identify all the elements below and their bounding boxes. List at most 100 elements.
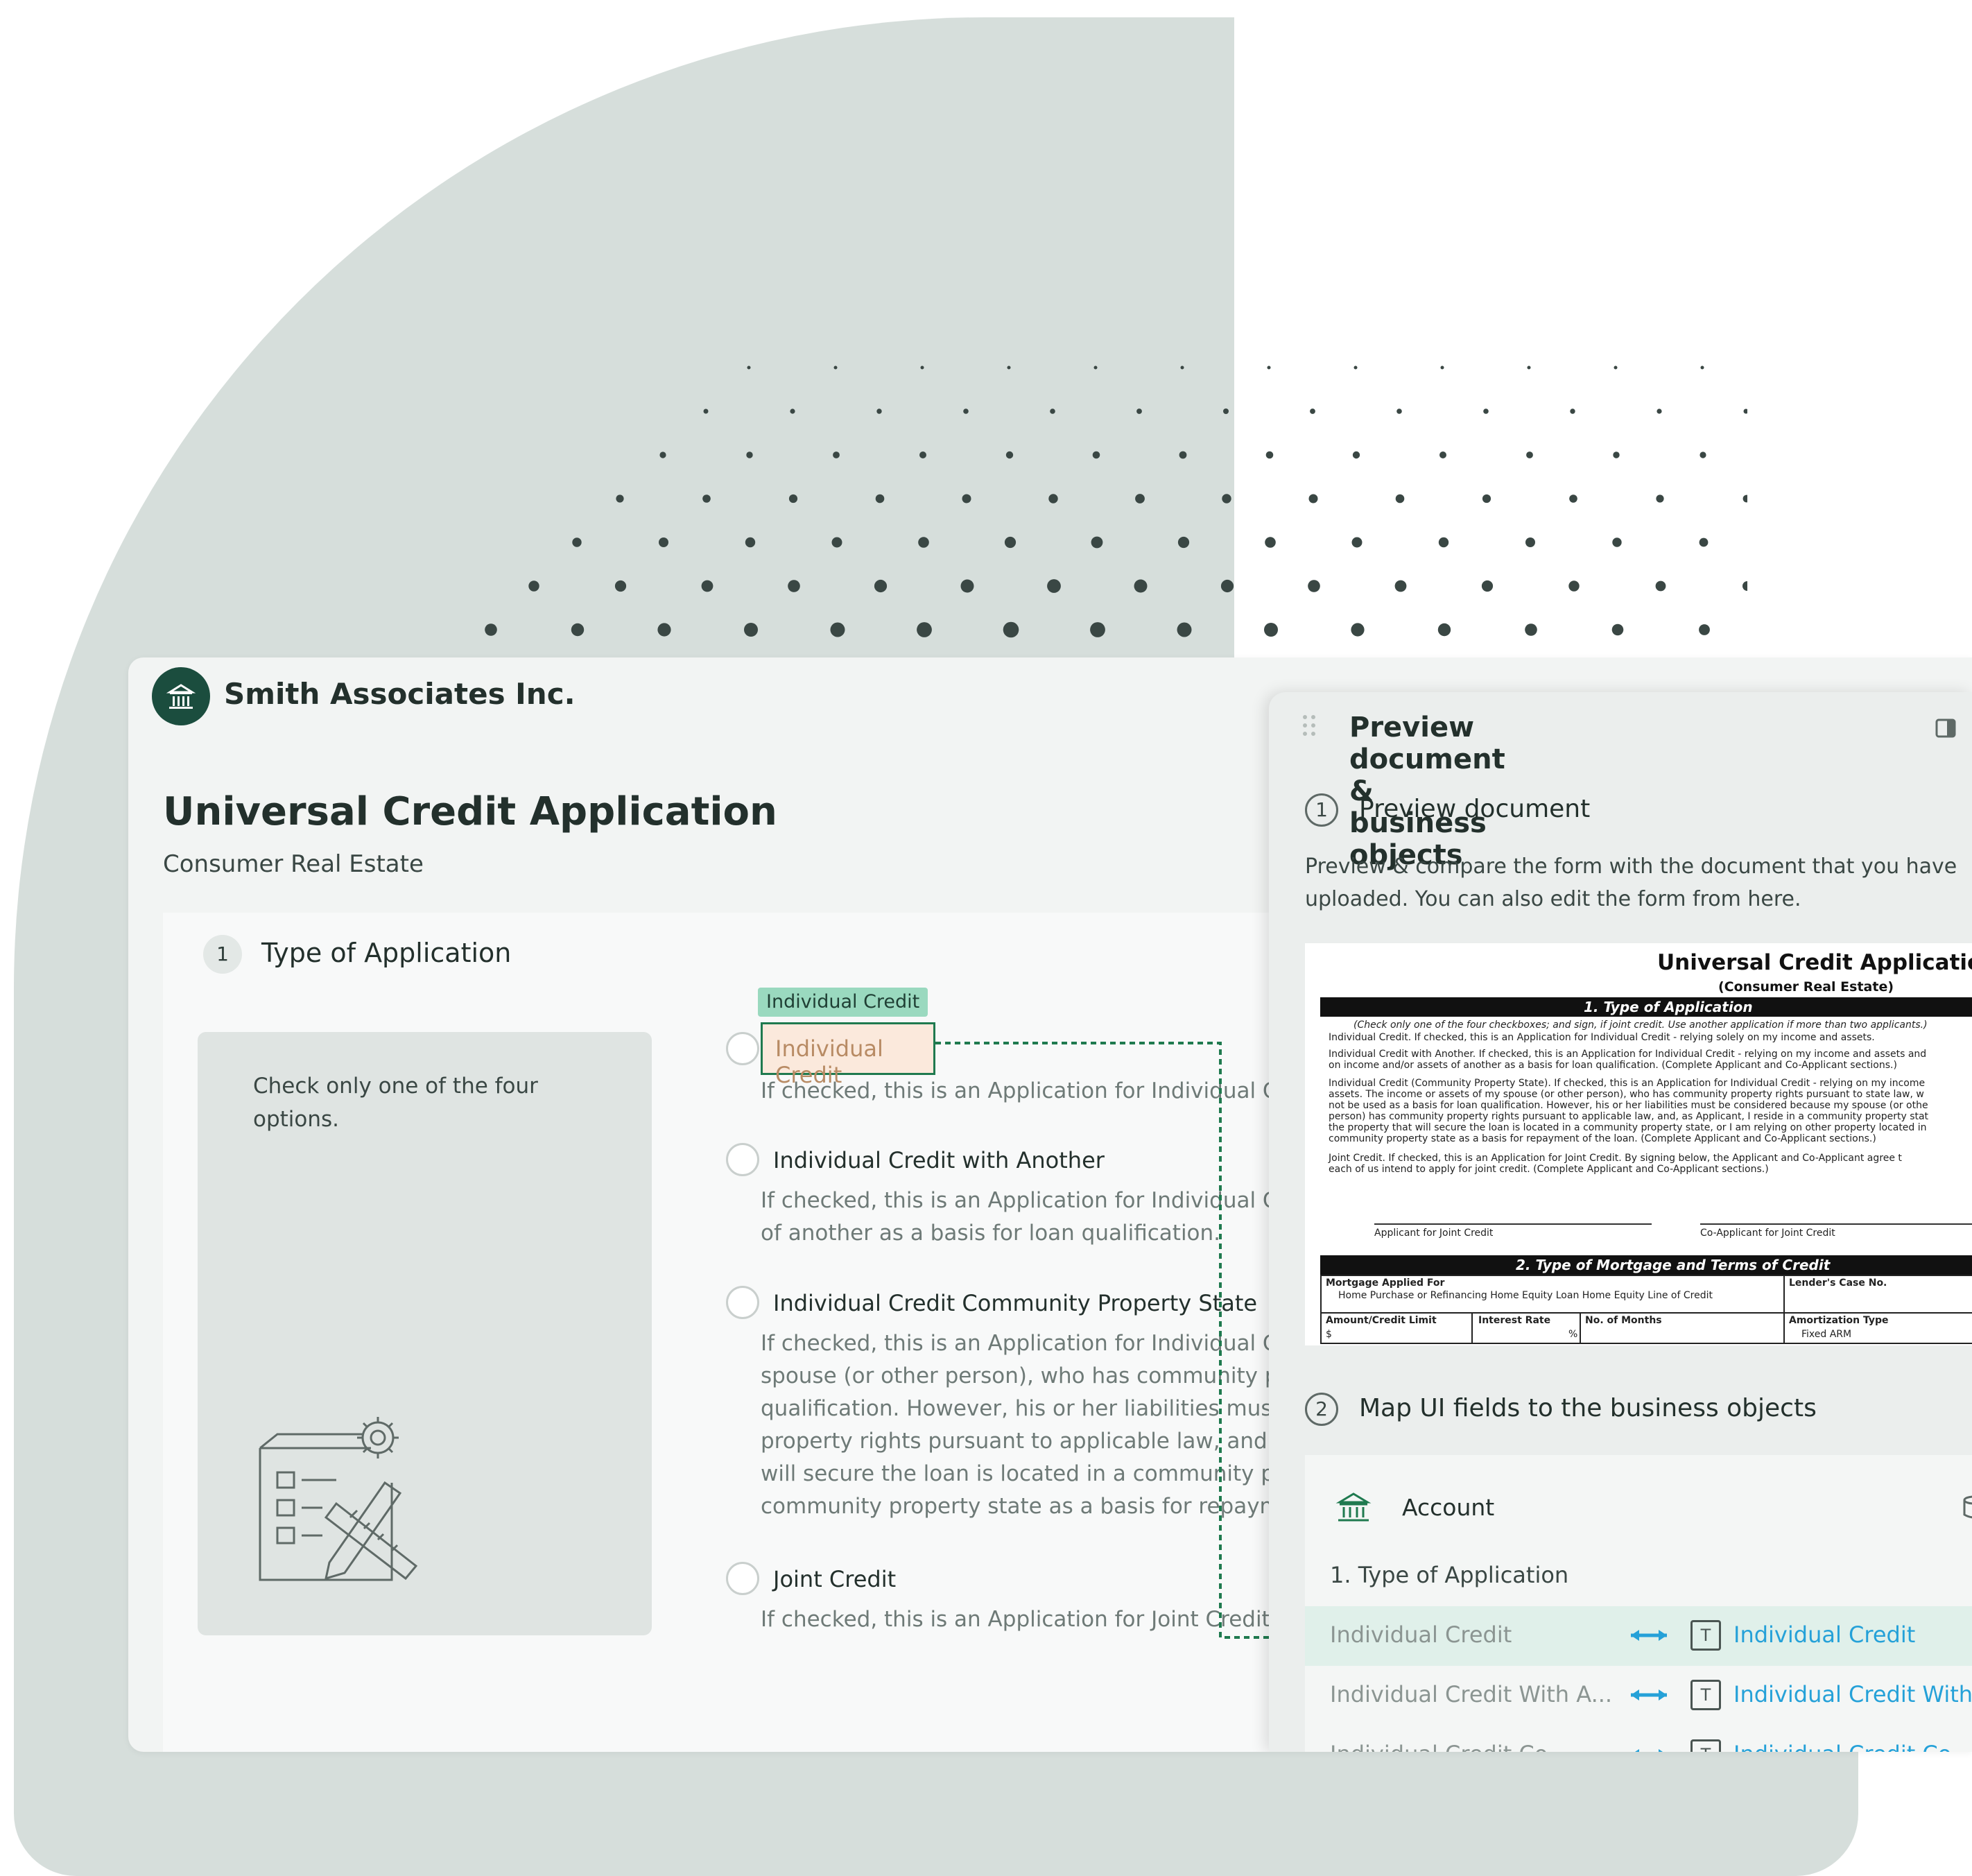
doc-field-value: % [1568,1329,1578,1340]
decor-dot [1439,451,1446,458]
decor-dot [702,494,711,503]
option-label: Individual Credit with Another [773,1147,1105,1173]
business-field-name[interactable]: Individual Credit With A [1733,1681,1972,1707]
drag-handle-icon[interactable] [1301,713,1317,743]
bidirectional-arrow-icon [1631,1689,1667,1701]
highlighted-option-box[interactable]: Individual Credit [761,1022,935,1088]
decor-dot [1007,365,1011,370]
app-window: Smith Associates Inc. Universal Credit A… [128,657,1972,1752]
decor-dot [874,579,888,593]
option-description: If checked, this is an Application for I… [761,1188,1278,1213]
decor-dot [1267,365,1271,370]
doc-title: Universal Credit Application [1657,950,1972,975]
decor-dot [1699,451,1706,458]
decor-dot [833,365,838,370]
doc-field-label: Interest Rate [1478,1315,1551,1326]
decor-dot [1352,451,1360,459]
decor-dot [1092,451,1100,459]
doc-line: the property that will secure the loan i… [1329,1122,1927,1133]
business-field-name[interactable]: Individual Credit [1733,1621,1915,1648]
bidirectional-arrow-icon [1635,1749,1663,1752]
decor-dot [745,537,756,548]
panel-toggle-icon[interactable] [1935,717,1957,739]
decor-dot [1134,579,1148,593]
radio-community-property-state[interactable] [726,1286,759,1319]
bank-icon [1335,1492,1372,1522]
preview-panel: Preview document & business objects 1 Pr… [1269,692,1972,1752]
decor-dot [1177,536,1190,549]
radio-individual-credit-with-another[interactable] [726,1143,759,1176]
company-name: Smith Associates Inc. [224,677,576,711]
decor-dot [1136,408,1142,414]
decor-dot [1047,579,1061,593]
decor-dot [1050,408,1055,414]
decor-dot [528,580,539,592]
decor-dot [1570,408,1575,414]
hint-panel: Check only one of the four options. [198,1032,652,1635]
decor-dot [1655,580,1666,592]
business-field-name[interactable]: Individual Credit Co... [1733,1741,1972,1752]
decor-dot [1614,365,1618,370]
decor-dot [1440,365,1444,370]
decor-dot [744,623,758,637]
highlight-tag: Individual Credit [758,988,928,1017]
decor-dot [1657,408,1662,414]
decor-dot [657,623,671,637]
decor-dot [1482,494,1491,504]
option-label: Joint Credit [773,1566,897,1592]
doc-field-label: Amount/Credit Limit [1326,1315,1437,1326]
decor-dot [1611,623,1624,636]
decor-dot [960,579,974,593]
panel-title: Preview document & business objects [1349,712,1505,871]
decor-dot [831,537,842,548]
database-icon[interactable] [1960,1494,1972,1522]
step-number: 2 [1305,1393,1338,1426]
decor-dot [1351,537,1363,548]
option-label: Individual Credit Community Property Sta… [773,1290,1258,1316]
decor-dot [1613,451,1620,458]
decor-dot [659,451,666,458]
doc-field-options: Home Purchase or Refinancing Home Equity… [1338,1290,1713,1301]
decor-dot [1005,451,1014,459]
decor-dot [1265,537,1276,548]
doc-line: on income and/or assets of another as a … [1329,1060,1897,1071]
decor-dot [1223,408,1229,414]
dot-pattern [485,365,1747,638]
ui-field-name: Individual Credit With A... [1330,1681,1613,1707]
decor-dot [1180,365,1184,370]
section-title: Type of Application [261,938,512,968]
doc-field-options: Fixed ARM [1801,1329,1852,1340]
document-preview[interactable]: Universal Credit Application (Consumer R… [1305,943,1972,1345]
option-description: property rights pursuant to applicable l… [761,1429,1274,1454]
decor-dot [1091,536,1103,549]
decor-dot [1742,581,1747,591]
decor-dot [1656,494,1664,503]
mapping-row[interactable]: Individual Credit Co... T Individual Cre… [1305,1726,1972,1752]
decor-dot [747,365,751,370]
decor-dot [1093,365,1098,370]
option-description: qualification. However, his or her liabi… [761,1396,1281,1421]
decor-dot [659,537,668,547]
doc-field-label: Lender's Case No. [1789,1277,1887,1289]
decor-dot [1220,579,1234,593]
doc-field-label: No. of Months [1585,1315,1662,1326]
radio-individual-credit[interactable] [726,1032,759,1065]
decor-dot [1004,536,1017,549]
option-description: If checked, this is an Application for I… [761,1078,1278,1103]
decor-dot [788,494,798,504]
section-number: 1 [203,935,242,974]
mapping-row[interactable]: Individual Credit T Individual Credit [1305,1606,1972,1666]
option-description: If checked, this is an Application for I… [761,1331,1278,1356]
radio-joint-credit[interactable] [726,1562,759,1595]
mapping-row[interactable]: Individual Credit With A... T Individual… [1305,1666,1972,1726]
decor-dot [572,537,582,547]
doc-section-title: 2. Type of Mortgage and Terms of Credit [1516,1257,1831,1273]
hint-text: Check only one of the four options. [253,1074,538,1132]
decor-dot [571,623,585,637]
doc-line: Individual Credit. If checked, this is a… [1329,1032,1875,1043]
decor-dot [833,451,840,458]
doc-section-bar: 1. Type of Application [1320,997,1972,1017]
decor-dot [1438,537,1449,548]
decor-dot [703,408,709,414]
decor-dot [1700,365,1704,370]
